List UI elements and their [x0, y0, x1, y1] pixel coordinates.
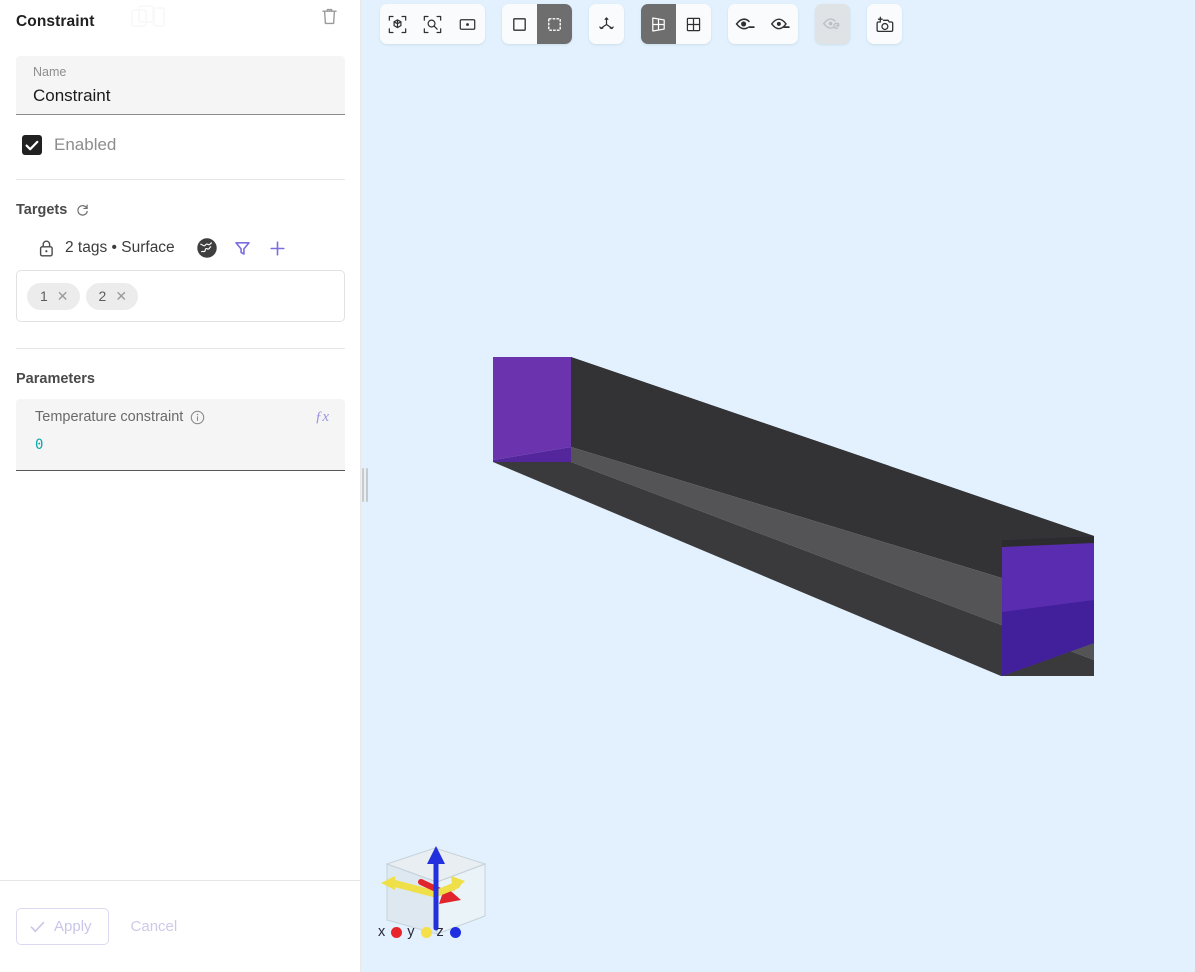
check-icon	[25, 140, 39, 151]
axis-y-color	[421, 927, 432, 938]
targets-section-header: Targets	[16, 202, 345, 218]
enabled-checkbox[interactable]	[22, 135, 42, 155]
lock-icon[interactable]	[38, 239, 55, 258]
fx-icon[interactable]: ƒx	[315, 409, 329, 426]
3d-viewport[interactable]: x y z	[361, 0, 1195, 972]
panel-header: Constraint	[0, 0, 361, 44]
globe-glyph	[197, 238, 217, 258]
add-screenshot-icon[interactable]	[867, 4, 902, 44]
panel-scroll-area: Constraint	[0, 0, 361, 880]
show-eye-icon[interactable]	[763, 4, 798, 44]
axis-z-color	[450, 927, 461, 938]
axis-x-label: x	[378, 924, 385, 940]
axis-z-label: z	[437, 924, 444, 940]
targets-actions	[197, 238, 287, 258]
visibility-group	[728, 4, 798, 44]
trash-icon	[321, 7, 338, 26]
apply-button-label: Apply	[54, 918, 92, 935]
name-field-value[interactable]: Constraint	[33, 83, 329, 109]
list-item[interactable]: 2 ✕	[86, 283, 139, 310]
enabled-label: Enabled	[54, 135, 116, 155]
selection-mode-group	[502, 4, 572, 44]
param-label: Temperature constraint	[35, 409, 183, 425]
plus-icon[interactable]	[268, 239, 287, 258]
targets-tags-box[interactable]: 1 ✕ 2 ✕	[16, 270, 345, 322]
delete-button[interactable]	[317, 4, 341, 28]
zoom-to-fit-icon[interactable]	[380, 4, 415, 44]
screenshot-group	[867, 4, 902, 44]
box-select-solid-icon[interactable]	[502, 4, 537, 44]
orthographic-grid-icon[interactable]	[676, 4, 711, 44]
viewport-toolbar	[380, 4, 902, 44]
param-label-row: Temperature constraint	[35, 409, 331, 425]
param-value[interactable]: 0	[35, 437, 331, 453]
name-field-label: Name	[33, 64, 329, 81]
fit-group	[380, 4, 485, 44]
enabled-checkbox-row[interactable]: Enabled	[22, 135, 345, 155]
panel-resize-handle[interactable]	[362, 468, 368, 502]
beam-right-cap[interactable]	[361, 0, 1188, 972]
reset-visibility-group	[815, 4, 850, 44]
zoom-to-point-icon[interactable]	[450, 4, 485, 44]
targets-summary-text: 2 tags • Surface	[65, 239, 175, 257]
axis-x-color	[391, 927, 402, 938]
panel-footer: Apply Cancel	[0, 880, 361, 972]
filter-icon[interactable]	[233, 239, 252, 258]
perspective-grid-icon[interactable]	[641, 4, 676, 44]
duplicate-icon	[128, 4, 168, 30]
constraint-properties-panel: Constraint	[0, 0, 361, 972]
reset-visibility-eye-icon	[815, 4, 850, 44]
divider-enabled	[16, 179, 345, 180]
name-field[interactable]: Name Constraint	[16, 56, 345, 115]
view-layout-group	[641, 4, 711, 44]
temperature-constraint-field[interactable]: Temperature constraint 0 ƒx	[16, 399, 345, 471]
axis-y-label: y	[407, 924, 414, 940]
selected-surface-2-shadow	[1002, 600, 1094, 676]
apply-button[interactable]: Apply	[16, 908, 109, 945]
divider-targets	[16, 348, 345, 349]
parameters-section-title: Parameters	[16, 371, 95, 387]
page-title: Constraint	[16, 13, 95, 31]
application-root: Constraint	[0, 0, 1195, 972]
list-item[interactable]: 1 ✕	[27, 283, 80, 310]
box-select-dashed-icon[interactable]	[537, 4, 572, 44]
axes-group	[589, 4, 624, 44]
check-icon	[30, 921, 45, 933]
info-icon[interactable]	[190, 410, 205, 425]
axis-legend: x y z	[378, 924, 461, 940]
targets-section-title: Targets	[16, 202, 67, 218]
tag-label: 2	[99, 288, 107, 304]
tag-label: 1	[40, 288, 48, 304]
navigation-cube[interactable]: x y z	[373, 834, 499, 942]
globe-icon[interactable]	[197, 238, 217, 258]
close-icon[interactable]: ✕	[57, 289, 69, 303]
axes-triad-icon[interactable]	[589, 4, 624, 44]
parameters-section-header: Parameters	[16, 371, 345, 387]
zoom-to-selection-icon[interactable]	[415, 4, 450, 44]
cancel-button[interactable]: Cancel	[119, 909, 190, 944]
targets-summary-row: 2 tags • Surface	[16, 238, 345, 258]
close-icon[interactable]: ✕	[115, 289, 127, 303]
hide-eye-icon[interactable]	[728, 4, 763, 44]
refresh-icon[interactable]	[75, 203, 90, 218]
